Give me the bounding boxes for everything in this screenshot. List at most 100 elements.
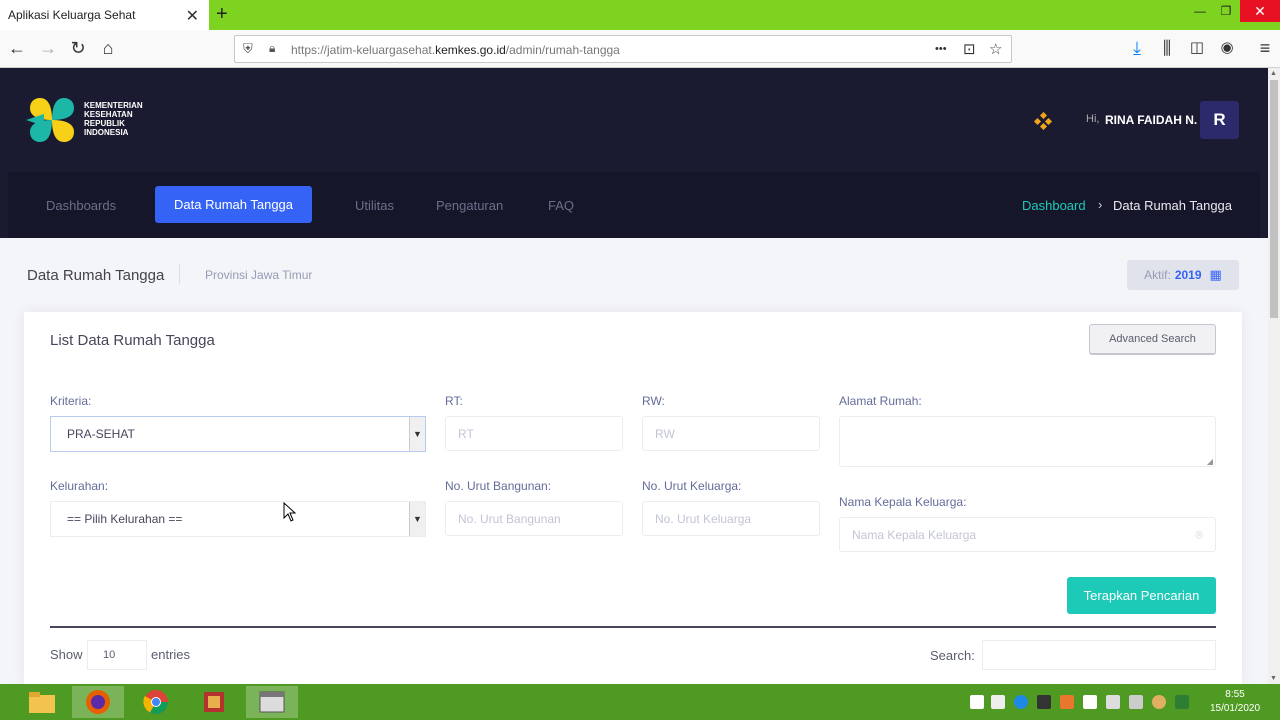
greeting-text: Hi, [1086,113,1100,125]
subheader: Data Rumah Tangga Provinsi Jawa Timur Ak… [0,238,1268,302]
resize-grip-icon[interactable]: ◢ [1207,457,1213,466]
forward-icon[interactable]: → [37,38,59,59]
bangunan-input[interactable]: No. Urut Bangunan [445,501,623,536]
search-input[interactable] [982,640,1216,670]
tray-settings-icon[interactable] [1106,695,1120,709]
page-scrollbar[interactable]: ▲ ▼ [1268,68,1280,684]
tray-notes-icon[interactable] [970,695,984,709]
kemenkes-logo-icon [26,98,74,142]
breadcrumb-dashboard-link[interactable]: Dashboard [1022,198,1086,213]
menu-item-pengaturan[interactable]: Pengaturan [436,198,503,213]
bangunan-label: No. Urut Bangunan: [445,479,552,493]
browser-nav-bar: ← → ↻ ⌂ ⛨ 🔒︎ https://jatim-keluargasehat… [0,30,1280,68]
reload-icon[interactable]: ↻ [67,38,89,59]
kepala-placeholder: Nama Kepala Keluarga [852,527,977,542]
advanced-search-button[interactable]: Advanced Search [1089,324,1216,355]
os-taskbar: 8:55 15/01/2020 [0,684,1280,720]
kepala-label: Nama Kepala Keluarga: [839,495,967,509]
kelurahan-label: Kelurahan: [50,479,109,493]
kelurahan-select[interactable]: == Pilih Kelurahan == ▼ [50,501,426,537]
tab-close-icon[interactable]: ✕ [186,6,199,26]
browser-tab-bar: Aplikasi Keluarga Sehat ✕ + — ❐ ✕ [0,0,1280,30]
title-separator [179,264,180,284]
tray-flag-icon[interactable] [1083,695,1097,709]
list-card: List Data Rumah Tangga Advanced Search K… [24,312,1242,684]
system-clock[interactable]: 8:55 15/01/2020 [1200,688,1270,716]
window-app-icon[interactable] [246,686,298,718]
tab-title: Aplikasi Keluarga Sehat [8,8,136,22]
back-icon[interactable]: ← [6,38,28,59]
card-title: List Data Rumah Tangga [50,332,215,349]
kriteria-select[interactable]: PRA-SEHAT ▼ [50,416,426,452]
user-name[interactable]: RINA FAIDAH N. [1105,113,1197,127]
rt-input[interactable]: RT [445,416,623,451]
hamburger-menu-icon[interactable]: ≡ [1254,38,1276,59]
active-label: Aktif: [1144,268,1171,282]
tray-network-icon[interactable] [1014,695,1028,709]
mouse-cursor-icon [283,502,297,522]
location-pin-icon: ⌾ [1195,527,1203,542]
chrome-icon[interactable] [130,686,182,718]
chevron-down-icon[interactable]: ▼ [409,417,425,451]
rw-input[interactable]: RW [642,416,820,451]
lock-icon[interactable]: 🔒︎ [269,41,275,56]
keluarga-input[interactable]: No. Urut Keluarga [642,501,820,536]
calendar-icon: ▦ [1209,267,1222,282]
chevron-down-icon[interactable]: ▼ [409,502,425,536]
entries-select[interactable]: 10 [87,640,147,670]
volume-icon[interactable] [991,695,1005,709]
library-icon[interactable]: ⫼ [1156,38,1178,59]
apply-search-button[interactable]: Terapkan Pencarian [1067,577,1216,614]
url-text[interactable]: https://jatim-keluargasehat.kemkes.go.id… [291,43,620,57]
menu-item-utilitas[interactable]: Utilitas [355,198,394,213]
file-explorer-icon[interactable] [16,686,68,718]
avatar[interactable]: R [1200,101,1239,139]
apps-icon[interactable] [1034,112,1052,130]
page-description: Provinsi Jawa Timur [205,268,313,282]
show-label: Show [50,647,83,662]
archive-app-icon[interactable] [188,686,240,718]
tray-app-icon[interactable] [1037,695,1051,709]
pocket-icon[interactable]: ⊡ [963,40,976,58]
search-label: Search: [930,648,975,663]
sidebar-icon[interactable]: ◫ [1186,38,1208,56]
page-title: Data Rumah Tangga [27,267,165,284]
download-icon[interactable]: ⤓ [1126,38,1148,59]
shield-icon[interactable]: ⛨ [243,41,253,57]
kelurahan-value: == Pilih Kelurahan == [67,512,183,526]
active-year-button[interactable]: Aktif: 2019 ▦ [1127,260,1239,290]
alamat-label: Alamat Rumah: [839,394,922,408]
tray-device-icon[interactable] [1129,695,1143,709]
new-tab-icon[interactable]: + [216,3,228,26]
kepala-input[interactable]: Nama Kepala Keluarga ⌾ [839,517,1216,552]
menu-item-data-rumah-tangga[interactable]: Data Rumah Tangga [155,186,313,223]
page-actions-icon[interactable]: ••• [935,43,947,55]
alamat-textarea[interactable]: ◢ [839,416,1216,467]
browser-tab[interactable]: Aplikasi Keluarga Sehat ✕ [0,0,209,30]
logo-text: KEMENTERIAN KESEHATAN REPUBLIK INDONESIA [84,101,143,137]
app-header: KEMENTERIAN KESEHATAN REPUBLIK INDONESIA… [0,68,1268,238]
tray-cloud-icon[interactable] [1152,695,1166,709]
keluarga-label: No. Urut Keluarga: [642,479,742,493]
divider [50,626,1216,628]
window-close-icon[interactable]: ✕ [1240,0,1280,22]
scroll-up-icon[interactable]: ▲ [1270,70,1277,77]
window-maximize-icon[interactable]: ❐ [1214,0,1238,22]
kriteria-value: PRA-SEHAT [67,427,135,441]
tray-java-icon[interactable] [1060,695,1074,709]
firefox-icon[interactable] [72,686,124,718]
menu-item-dashboards[interactable]: Dashboards [46,198,116,213]
tray-shield-icon[interactable] [1175,695,1189,709]
home-icon[interactable]: ⌂ [97,38,119,59]
scroll-down-icon[interactable]: ▼ [1270,675,1277,682]
menu-item-faq[interactable]: FAQ [548,198,574,213]
url-bar[interactable]: ⛨ 🔒︎ https://jatim-keluargasehat.kemkes.… [234,35,1012,63]
account-icon[interactable]: ◉ [1216,38,1238,56]
window-minimize-icon[interactable]: — [1188,0,1212,22]
bookmark-star-icon[interactable]: ☆ [989,40,1002,58]
main-menu: Dashboards Data Rumah Tangga Utilitas Pe… [8,172,1260,238]
active-year: 2019 [1174,268,1202,282]
scrollbar-thumb[interactable] [1270,80,1278,318]
breadcrumb-separator: › [1098,197,1103,212]
rw-label: RW: [642,394,665,408]
